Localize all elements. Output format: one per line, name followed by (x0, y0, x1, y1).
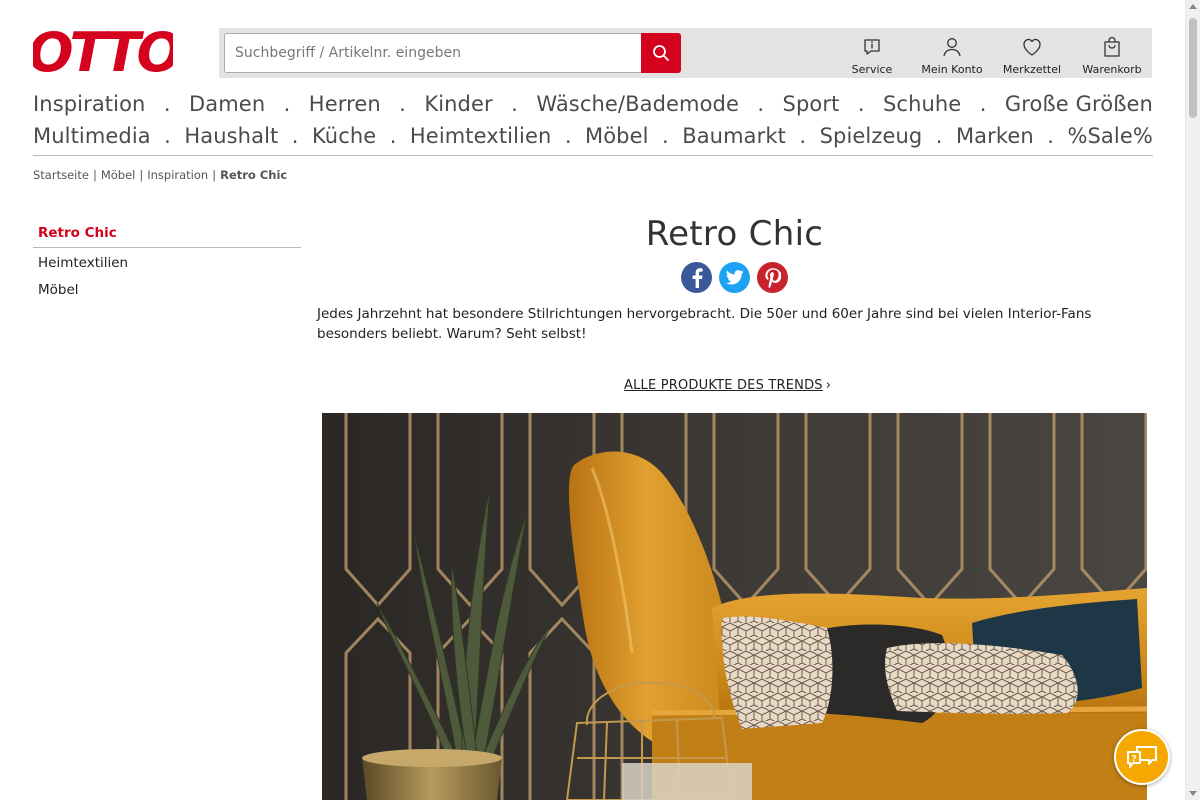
svg-text:OTTO: OTTO (33, 27, 173, 75)
pinterest-icon[interactable] (757, 262, 788, 293)
bag-icon (1101, 36, 1123, 58)
nav-item-waesche[interactable]: Wäsche/Bademode (536, 92, 739, 116)
wishlist-button[interactable]: Merkzettel (992, 28, 1072, 78)
nav-separator: . (935, 124, 943, 148)
nav-separator: . (1047, 124, 1055, 148)
retro-living-room-illustration (322, 413, 1147, 800)
search-icon (653, 45, 669, 61)
nav-separator: . (662, 124, 669, 148)
header-bar: Service Mein Konto Merkzettel Warenkorb (219, 28, 1152, 78)
breadcrumb-separator: | (212, 168, 217, 182)
chat-bubbles-icon: ? (1127, 746, 1157, 768)
nav-separator: . (564, 124, 572, 148)
nav-item-herren[interactable]: Herren (309, 92, 381, 116)
nav-item-kueche[interactable]: Küche (312, 124, 376, 148)
header-tools: Service Mein Konto Merkzettel Warenkorb (832, 28, 1152, 78)
hero-image[interactable] (322, 413, 1147, 800)
page-title: Retro Chic (645, 214, 824, 254)
nav-separator: . (979, 92, 987, 116)
nav-separator: . (283, 92, 291, 116)
breadcrumb-separator: | (92, 168, 97, 182)
nav-item-multimedia[interactable]: Multimedia (33, 124, 151, 148)
facebook-icon[interactable] (681, 262, 712, 293)
nav-separator: . (757, 92, 765, 116)
breadcrumb-item-startseite[interactable]: Startseite (33, 168, 89, 182)
user-icon (941, 36, 963, 58)
breadcrumb-separator: | (139, 168, 144, 182)
nav-item-marken[interactable]: Marken (956, 124, 1034, 148)
scroll-thumb[interactable] (1189, 18, 1197, 118)
sidebar: Retro Chic Heimtextilien Möbel (33, 220, 301, 302)
nav-item-damen[interactable]: Damen (189, 92, 265, 116)
trend-link-label: ALLE PRODUKTE DES TRENDS (624, 378, 823, 393)
wishlist-label: Merkzettel (1002, 63, 1062, 76)
nav-item-heimtextilien[interactable]: Heimtextilien (410, 124, 551, 148)
nav-separator: . (399, 92, 406, 116)
breadcrumb-current: Retro Chic (220, 168, 288, 182)
info-icon (861, 36, 883, 58)
chevron-right-icon: › (825, 378, 832, 393)
breadcrumb-item-moebel[interactable]: Möbel (101, 168, 136, 182)
sidebar-item-moebel[interactable]: Möbel (33, 277, 301, 302)
twitter-icon[interactable] (719, 262, 750, 293)
service-button[interactable]: Service (832, 28, 912, 78)
sidebar-item-heimtextilien[interactable]: Heimtextilien (33, 250, 301, 275)
nav-separator: . (163, 92, 171, 116)
nav-divider (33, 155, 1153, 156)
intro-text: Jedes Jahrzehnt hat besondere Stilrichtu… (317, 306, 1092, 342)
nav-separator: . (389, 124, 397, 148)
account-label: Mein Konto (921, 63, 983, 76)
svg-text:?: ? (1131, 755, 1136, 765)
main-nav-row-2: Multimedia . Haushalt . Küche . Heimtext… (33, 122, 1153, 150)
main-nav-row-1: Inspiration . Damen . Herren . Kinder . … (33, 90, 1153, 118)
cart-button[interactable]: Warenkorb (1072, 28, 1152, 78)
nav-separator: . (164, 124, 171, 148)
nav-item-haushalt[interactable]: Haushalt (184, 124, 278, 148)
service-label: Service (851, 63, 893, 76)
social-share (681, 262, 788, 293)
cart-label: Warenkorb (1082, 63, 1142, 76)
account-button[interactable]: Mein Konto (912, 28, 992, 78)
sidebar-item-retro-chic[interactable]: Retro Chic (33, 220, 301, 248)
nav-item-kinder[interactable]: Kinder (424, 92, 492, 116)
heart-icon (1021, 36, 1043, 58)
scroll-down-arrow-icon[interactable] (1189, 791, 1197, 796)
nav-separator: . (857, 92, 865, 116)
nav-separator: . (799, 124, 807, 148)
breadcrumb: Startseite | Möbel | Inspiration | Retro Chic (33, 168, 287, 182)
search-input[interactable] (225, 34, 641, 72)
nav-item-schuhe[interactable]: Schuhe (883, 92, 961, 116)
nav-item-grosse-groessen[interactable]: Große Größen (1005, 92, 1153, 116)
nav-item-spielzeug[interactable]: Spielzeug (820, 124, 923, 148)
search-button[interactable] (641, 33, 681, 73)
page-scrollbar[interactable] (1185, 0, 1200, 800)
otto-logo[interactable]: OTTO (28, 21, 185, 84)
nav-item-inspiration[interactable]: Inspiration (33, 92, 145, 116)
nav-item-sport[interactable]: Sport (783, 92, 840, 116)
nav-item-moebel[interactable]: Möbel (585, 124, 649, 148)
nav-separator: . (291, 124, 299, 148)
scroll-up-arrow-icon[interactable] (1189, 4, 1197, 9)
nav-separator: . (511, 92, 518, 116)
breadcrumb-item-inspiration[interactable]: Inspiration (147, 168, 208, 182)
chat-button[interactable]: ? (1114, 729, 1170, 785)
search-box (224, 33, 681, 73)
nav-item-sale[interactable]: %Sale% (1067, 124, 1152, 148)
nav-item-baumarkt[interactable]: Baumarkt (682, 124, 786, 148)
all-trend-products-link[interactable]: ALLE PRODUKTE DES TRENDS › (624, 378, 831, 393)
